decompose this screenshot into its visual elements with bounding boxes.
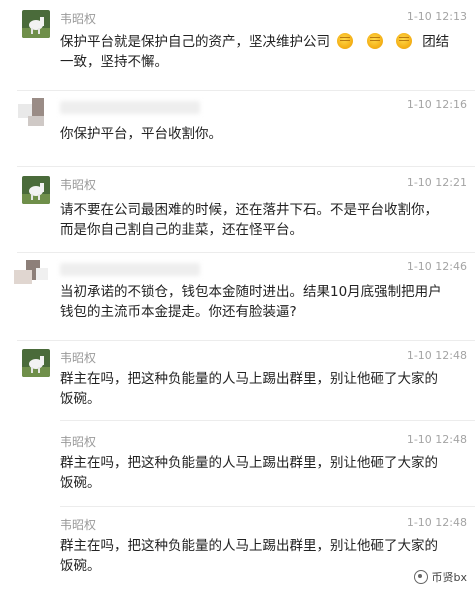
message-time: 1-10 12:48 [406, 349, 467, 362]
divider [17, 166, 475, 167]
chat-message[interactable]: 韦昭权 1-10 12:48 群主在吗，把这种负能量的人马上踢出群里，别让他砸了… [0, 433, 475, 503]
message-text: 当初承诺的不锁仓，钱包本金随时进出。结果10月底强制把用户 钱包的主流币本金提走… [60, 284, 442, 320]
message-time: 1-10 12:16 [406, 98, 467, 111]
blurred-sender-name [60, 101, 200, 114]
sender-name: 韦昭权 [60, 12, 97, 26]
avatar[interactable] [22, 10, 50, 38]
sender-name: 韦昭权 [60, 351, 97, 365]
sender-name: 韦昭权 [60, 178, 97, 192]
fist-emoji-icon [395, 33, 412, 49]
chat-message[interactable]: 韦昭权 1-10 12:13 保护平台就是保护自己的资产，坚决维护公司 团结 一… [0, 10, 475, 90]
chat-message[interactable]: 1-10 12:46 当初承诺的不锁仓，钱包本金随时进出。结果10月底强制把用户… [0, 260, 475, 336]
divider [17, 90, 475, 91]
watermark: 币贤bx [413, 569, 468, 585]
message-time: 1-10 12:46 [406, 260, 467, 273]
avatar[interactable] [22, 349, 50, 377]
fist-emoji-icon [337, 33, 354, 49]
fist-emoji-icon [366, 33, 383, 49]
message-text: 群主在吗，把这种负能量的人马上踢出群里，别让他砸了大家的 饭碗。 [60, 455, 438, 491]
avatar[interactable] [14, 260, 54, 296]
divider [60, 506, 475, 507]
blurred-sender-name [60, 263, 200, 276]
message-time: 1-10 12:48 [406, 433, 467, 446]
avatar[interactable] [18, 98, 52, 132]
message-text: 群主在吗，把这种负能量的人马上踢出群里，别让他砸了大家的 饭碗。 [60, 538, 438, 574]
sender-name: 韦昭权 [60, 518, 97, 532]
divider [17, 340, 475, 341]
divider [60, 420, 475, 421]
chat-feed: 韦昭权 1-10 12:13 保护平台就是保护自己的资产，坚决维护公司 团结 一… [0, 0, 475, 593]
divider [17, 252, 475, 253]
sender-name: 韦昭权 [60, 435, 97, 449]
avatar[interactable] [22, 176, 50, 204]
message-text: 请不要在公司最困难的时候，还在落井下石。不是平台收割你， 而是你自己割自己的韭菜… [60, 202, 438, 238]
message-time: 1-10 12:13 [406, 10, 467, 23]
message-text: 保护平台就是保护自己的资产，坚决维护公司 团结 一致，坚持不懈。 [60, 33, 450, 70]
chat-message[interactable]: 1-10 12:16 你保护平台，平台收割你。 [0, 98, 475, 158]
chat-message[interactable]: 韦昭权 1-10 12:48 群主在吗，把这种负能量的人马上踢出群里，别让他砸了… [0, 349, 475, 419]
wechat-logo-icon [413, 570, 428, 584]
message-time: 1-10 12:21 [406, 176, 467, 189]
message-time: 1-10 12:48 [406, 516, 467, 529]
chat-message[interactable]: 韦昭权 1-10 12:21 请不要在公司最困难的时候，还在落井下石。不是平台收… [0, 176, 475, 246]
message-text: 群主在吗，把这种负能量的人马上踢出群里，别让他砸了大家的 饭碗。 [60, 371, 438, 407]
message-text: 你保护平台，平台收割你。 [60, 126, 222, 142]
watermark-text: 币贤bx [431, 571, 468, 584]
chat-message[interactable]: 韦昭权 1-10 12:48 群主在吗，把这种负能量的人马上踢出群里，别让他砸了… [0, 516, 475, 586]
